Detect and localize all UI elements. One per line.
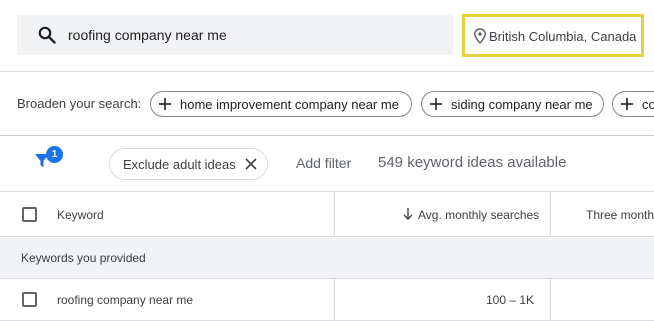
column-header-avg-monthly-searches[interactable]: Avg. monthly searches: [418, 208, 539, 222]
column-divider: [550, 279, 551, 321]
chip-label: co: [642, 96, 654, 112]
search-icon: [38, 26, 56, 44]
location-selector[interactable]: British Columbia, Canada: [462, 14, 644, 57]
search-bar-area: British Columbia, Canada: [0, 0, 654, 72]
broaden-label: Broaden your search:: [17, 96, 142, 111]
column-divider: [334, 279, 335, 321]
broaden-chip-partial[interactable]: co: [612, 91, 654, 117]
keyword-search-input[interactable]: [68, 15, 438, 55]
group-header-row: Keywords you provided: [0, 238, 654, 279]
row-checkbox[interactable]: [22, 292, 37, 307]
plus-icon: [430, 98, 442, 110]
broaden-chip-home-improvement[interactable]: home improvement company near me: [150, 91, 412, 117]
location-pin-icon: [474, 28, 486, 44]
filter-bar: 1 Exclude adult ideas Add filter 549 key…: [0, 136, 654, 192]
search-box[interactable]: [17, 15, 453, 55]
table-header: Keyword Avg. monthly searches Three mont…: [0, 192, 654, 237]
keyword-cell: roofing company near me: [57, 293, 194, 307]
exclude-chip-label: Exclude adult ideas: [123, 156, 236, 172]
exclude-adult-ideas-chip[interactable]: Exclude adult ideas: [109, 148, 268, 180]
select-all-checkbox[interactable]: [22, 207, 37, 222]
group-label: Keywords you provided: [21, 251, 146, 265]
plus-icon: [159, 98, 171, 110]
broaden-search-bar: Broaden your search: home improvement co…: [0, 72, 654, 136]
column-divider: [550, 192, 551, 237]
column-header-three-month[interactable]: Three month: [586, 208, 654, 222]
column-header-keyword[interactable]: Keyword: [57, 208, 104, 222]
broaden-chip-siding[interactable]: siding company near me: [421, 91, 604, 117]
location-text: British Columbia, Canada: [489, 29, 637, 44]
table-row[interactable]: roofing company near me 100 – 1K: [0, 279, 654, 321]
chip-label: siding company near me: [451, 96, 593, 112]
column-divider: [334, 192, 335, 237]
close-icon[interactable]: [245, 158, 257, 170]
keyword-planner: British Columbia, Canada Broaden your se…: [0, 0, 654, 321]
chip-label: home improvement company near me: [180, 96, 399, 112]
avg-monthly-searches-cell: 100 – 1K: [486, 293, 535, 307]
plus-icon: [621, 98, 633, 110]
filter-count-badge: 1: [46, 146, 63, 163]
arrow-down-icon: [403, 208, 413, 220]
keyword-ideas-count: 549 keyword ideas available: [378, 154, 567, 171]
add-filter-button[interactable]: Add filter: [296, 155, 351, 171]
